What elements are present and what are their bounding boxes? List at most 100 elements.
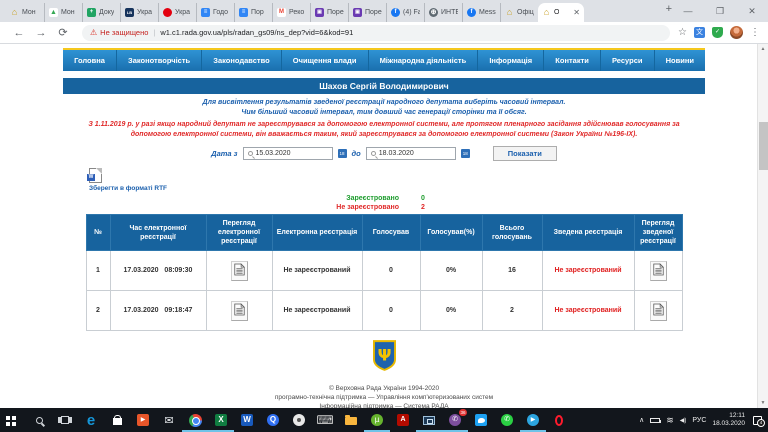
nav-item[interactable]: Новини (654, 50, 705, 71)
taskbar-icon[interactable] (234, 408, 260, 432)
browser-tab[interactable]: О ✕ (538, 3, 584, 22)
browser-tab[interactable]: Поре ✕ (348, 3, 386, 22)
profile-avatar[interactable] (730, 26, 743, 39)
browser-tab[interactable]: Офіц ✕ (500, 3, 538, 22)
taskbar-icon[interactable] (520, 408, 546, 432)
nav-item[interactable]: Головна (63, 50, 116, 71)
browser-tab[interactable]: Mess ✕ (462, 3, 500, 22)
taskbar-icon[interactable] (338, 408, 364, 432)
clock[interactable]: 12:11 18.03.2020 (712, 412, 745, 428)
maximize-button[interactable]: ❐ (704, 6, 736, 17)
nav-item[interactable]: Інформація (477, 50, 543, 71)
browser-tab[interactable]: Доку ✕ (82, 3, 120, 22)
scroll-down-icon[interactable]: ▼ (758, 398, 768, 408)
date-to-input[interactable]: 18.03.2020 (366, 147, 456, 160)
registration-date: 17.03.2020 (124, 267, 159, 274)
tab-favicon (391, 8, 400, 17)
nav-item[interactable]: Законодавство (201, 50, 281, 71)
browser-tab[interactable]: Поре ✕ (310, 3, 348, 22)
battery-icon[interactable] (650, 418, 660, 423)
taskbar-icon[interactable] (390, 408, 416, 432)
page-footer: © Верховна Рада України 1994-2020програм… (63, 384, 705, 408)
taskbar-icon[interactable] (52, 408, 78, 432)
browser-tab[interactable]: Реко ✕ (272, 3, 310, 22)
language-indicator[interactable]: РУС (692, 417, 706, 424)
taskbar-icon[interactable] (78, 408, 104, 432)
translate-extension-icon[interactable]: 文 (694, 27, 705, 38)
volume-icon[interactable]: ◀) (680, 417, 687, 424)
site-navigation: Головна Законотворчість Законодавство Оч… (63, 48, 705, 71)
back-icon[interactable]: ← (8, 27, 30, 39)
close-button[interactable]: ✕ (736, 6, 768, 17)
taskbar-icon[interactable] (182, 408, 208, 432)
taskbar-icon[interactable] (546, 408, 572, 432)
scroll-up-icon[interactable]: ▲ (758, 44, 768, 54)
summary-label: Зареєстровано (304, 194, 399, 203)
summary-value: 0 (421, 194, 425, 203)
tab-favicon (125, 8, 134, 17)
browser-tab[interactable]: Годо ✕ (196, 3, 234, 22)
reload-icon[interactable]: ⟳ (52, 26, 74, 39)
taskbar-icon[interactable] (104, 408, 130, 432)
view-summary-button[interactable] (650, 301, 667, 321)
scrollbar-thumb[interactable] (759, 122, 768, 170)
notification-badge: 4 (757, 419, 765, 427)
forward-icon[interactable]: → (30, 27, 52, 39)
antivirus-extension-icon[interactable]: ✓ (712, 27, 723, 38)
taskbar-icon[interactable] (494, 408, 520, 432)
minimize-button[interactable]: — (672, 6, 704, 16)
view-registration-button[interactable] (231, 261, 248, 281)
taskbar-icon[interactable] (312, 408, 338, 432)
tab-title: Реко (289, 9, 304, 16)
view-registration-cell (206, 291, 272, 331)
tray-expand-icon[interactable]: ∧ (639, 416, 644, 424)
calendar-icon[interactable]: 18 (461, 149, 470, 158)
bookmark-star-icon[interactable]: ☆ (678, 27, 687, 38)
security-warning-icon[interactable]: ⚠ (90, 28, 97, 37)
taskbar-icon[interactable] (0, 408, 26, 432)
nav-item[interactable]: Контакти (543, 50, 600, 71)
browser-menu-icon[interactable]: ⋮ (750, 27, 760, 38)
taskbar-icon[interactable] (156, 408, 182, 432)
table-header-cell: № (86, 215, 110, 251)
browser-tab[interactable]: Укра ✕ (120, 3, 158, 22)
taskbar-icon[interactable] (208, 408, 234, 432)
svg-text:Ψ: Ψ (377, 345, 391, 364)
taskbar-icon[interactable] (364, 408, 390, 432)
save-rtf-link[interactable]: W Зберегти в форматі RTF (63, 168, 183, 192)
table-header-cell: Голосував (362, 215, 420, 251)
total-votes: 2 (482, 291, 542, 331)
browser-tab[interactable]: ИНТЕ ✕ (424, 3, 462, 22)
nav-item[interactable]: Міжнародна діяльність (368, 50, 478, 71)
view-summary-button[interactable] (650, 261, 667, 281)
nav-item[interactable]: Законотворчість (116, 50, 201, 71)
tab-title: Годо (213, 9, 228, 16)
calendar-icon[interactable]: 18 (338, 149, 347, 158)
browser-tab[interactable]: Мон ✕ (44, 3, 82, 22)
taskbar-icon[interactable]: 36 (442, 408, 468, 432)
taskbar-icon[interactable] (260, 408, 286, 432)
tab-close-icon[interactable]: ✕ (573, 9, 580, 17)
browser-tab[interactable]: Пор ✕ (234, 3, 272, 22)
browser-tab[interactable]: (4) Fa ✕ (386, 3, 424, 22)
taskbar-icon[interactable] (416, 408, 442, 432)
network-icon[interactable]: ≋ (666, 415, 674, 426)
table-header-cell: Перегляд електронної реєстрації (206, 215, 272, 251)
taskbar-icon[interactable] (26, 408, 52, 432)
view-registration-button[interactable] (231, 301, 248, 321)
nav-item[interactable]: Очищення влади (281, 50, 368, 71)
taskbar-icon[interactable] (130, 408, 156, 432)
taskbar-icon[interactable] (468, 408, 494, 432)
date-from-input[interactable]: 15.03.2020 (243, 147, 333, 160)
page-scrollbar[interactable]: ▲ ▼ (757, 44, 768, 408)
voted-count: 0 (362, 251, 420, 291)
show-button[interactable]: Показати (493, 146, 557, 161)
notification-center-icon[interactable]: 4 (753, 416, 762, 425)
taskbar-icon[interactable] (286, 408, 312, 432)
address-bar[interactable]: ⚠ Не защищено | w1.c1.rada.gov.ua/pls/ra… (82, 25, 670, 41)
browser-tab[interactable]: Укра ✕ (158, 3, 196, 22)
nav-item[interactable]: Ресурси (600, 50, 654, 71)
table-header-row: №Час електронної реєстраціїПерегляд елек… (86, 215, 682, 251)
browser-tab[interactable]: Мон ✕ (6, 3, 44, 22)
tab-title: Поре (327, 9, 344, 16)
